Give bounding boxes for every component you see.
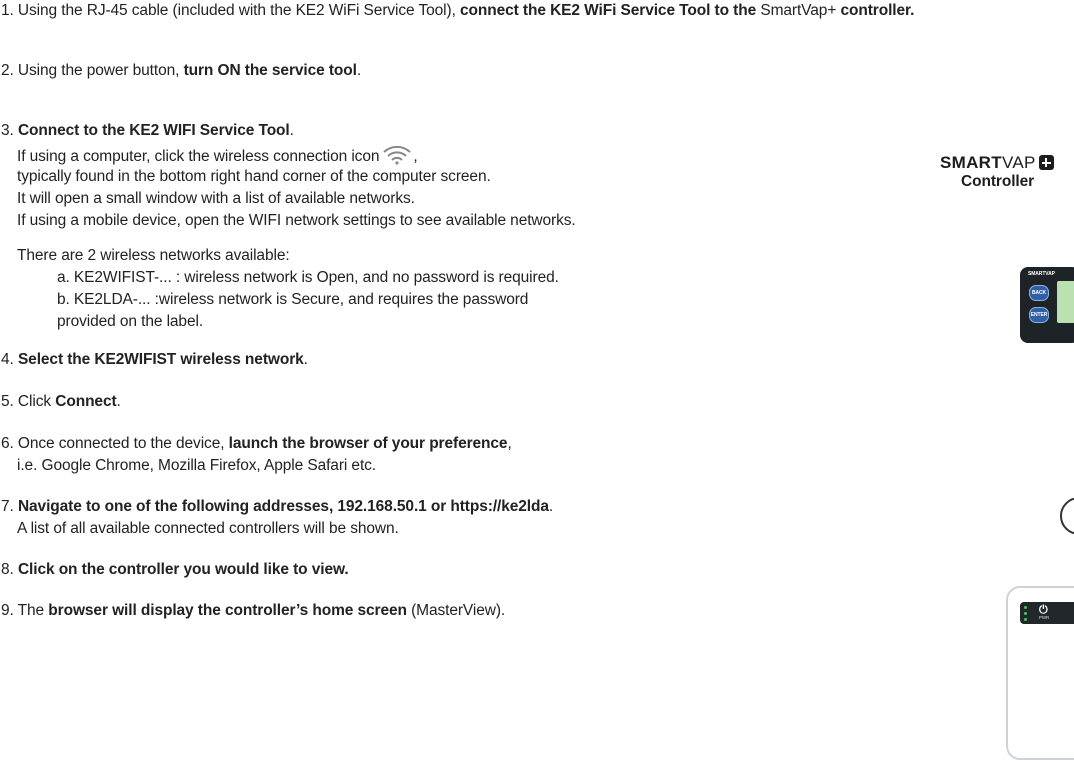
step-9: 9. The browser will display the controll…: [1, 602, 506, 619]
step-8: 8. Click on the controller you would lik…: [1, 561, 349, 578]
step-3-networks-intro: There are 2 wireless networks available:: [17, 247, 290, 264]
wifi-icon: [382, 145, 412, 165]
plus-box-icon: [1038, 155, 1054, 170]
step-6-line-2: i.e. Google Chrome, Mozilla Firefox, App…: [17, 457, 377, 474]
step-3-network-a: a. KE2WIFIST-... : wireless network is O…: [57, 269, 559, 286]
step-3-line-4: If using a mobile device, open the WIFI …: [17, 212, 576, 229]
step-3-title: 3. Connect to the KE2 WIFI Service Tool.: [1, 122, 294, 139]
step-3-network-b-cont: provided on the label.: [57, 313, 204, 330]
step-3-line-1: If using a computer, click the wireless …: [17, 145, 418, 166]
step-3-line-2: typically found in the bottom right hand…: [17, 168, 491, 185]
status-led: [1024, 606, 1027, 609]
controller-device-image: SMARTVAP BACK ENTER: [1020, 267, 1074, 343]
step-3-line-3: It will open a small window with a list …: [17, 190, 415, 207]
smartvap-brand: SMARTVAP Controller: [940, 153, 1074, 197]
step-5: 5. Click Connect.: [1, 393, 121, 410]
step-4: 4. Select the KE2WIFIST wireless network…: [1, 351, 308, 368]
power-panel: ⏻ PWR: [1020, 602, 1074, 624]
step-1: 1. Using the RJ-45 cable (included with …: [1, 2, 915, 19]
power-label: PWR: [1039, 615, 1050, 620]
status-led: [1024, 618, 1027, 621]
device-screen: [1057, 281, 1074, 323]
service-tool-image: ⏻ PWR: [1006, 586, 1074, 760]
step-6: 6. Once connected to the device, launch …: [1, 435, 512, 452]
step-7: 7. Navigate to one of the following addr…: [1, 498, 554, 515]
connector-ring-graphic: [1060, 497, 1074, 535]
status-led: [1024, 612, 1027, 615]
step-3-network-b: b. KE2LDA-... :wireless network is Secur…: [57, 291, 529, 308]
step-7-line-2: A list of all available connected contro…: [17, 520, 399, 537]
device-back-button: BACK: [1029, 285, 1049, 301]
brand-subtitle: Controller: [961, 173, 1035, 190]
device-enter-button: ENTER: [1029, 307, 1049, 323]
step-2: 2. Using the power button, turn ON the s…: [1, 62, 362, 79]
smartvap-logo: SMARTVAP: [940, 153, 1054, 173]
device-header-label: SMARTVAP: [1028, 271, 1055, 277]
